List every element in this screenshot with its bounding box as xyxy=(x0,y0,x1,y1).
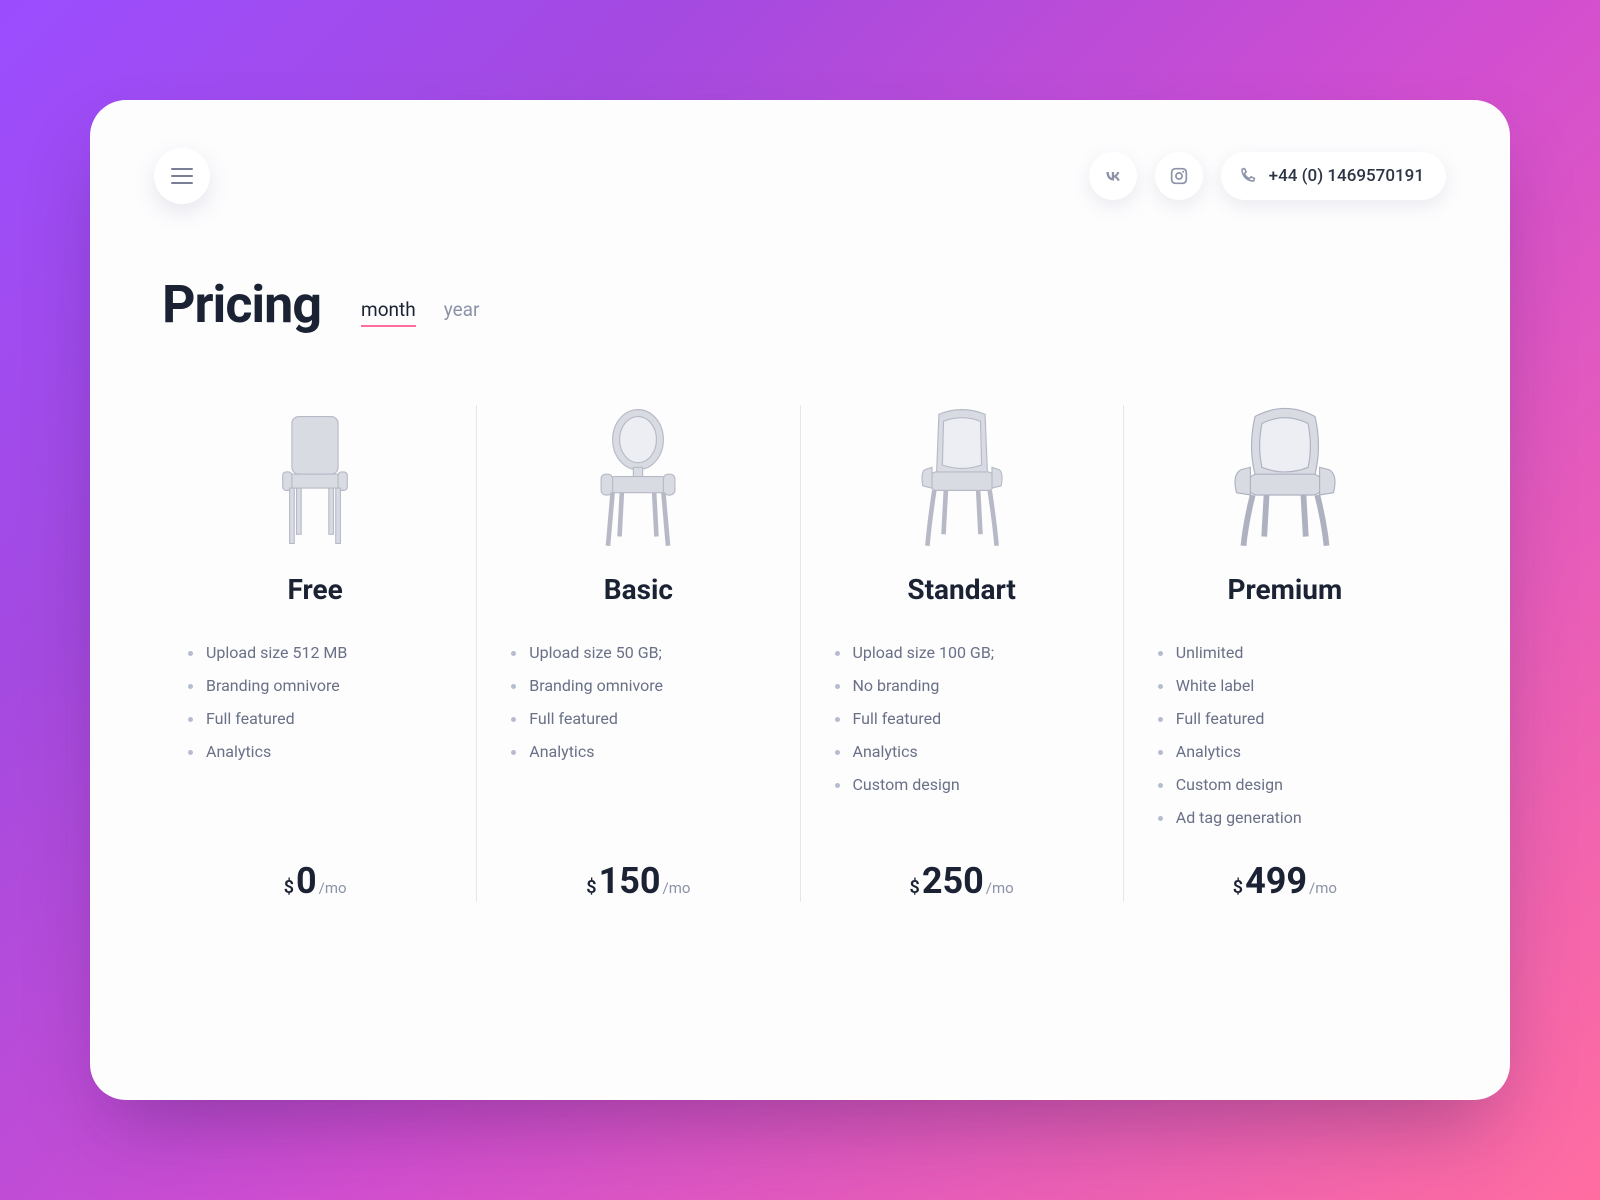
topbar: +44 (0) 1469570191 xyxy=(154,148,1446,204)
vk-icon xyxy=(1102,165,1124,187)
chair-icon xyxy=(1225,405,1345,555)
amount: 499 xyxy=(1245,860,1307,902)
billing-toggle: month year xyxy=(361,298,479,335)
price: $ 0 /mo xyxy=(284,860,347,902)
price: $ 150 /mo xyxy=(586,860,690,902)
currency: $ xyxy=(284,877,294,898)
feature-item: Custom design xyxy=(835,768,1089,801)
hamburger-icon xyxy=(171,175,193,177)
plan-name: Premium xyxy=(1227,573,1342,606)
chair-icon xyxy=(255,405,375,555)
pricing-card: +44 (0) 1469570191 Pricing month year Fr… xyxy=(90,100,1510,1100)
feature-item: Upload size 512 MB xyxy=(188,636,442,669)
feature-item: Branding omnivore xyxy=(188,669,442,702)
feature-item: Custom design xyxy=(1158,768,1412,801)
chair-icon xyxy=(902,405,1022,555)
vk-button[interactable] xyxy=(1089,152,1137,200)
plan-basic[interactable]: Basic Upload size 50 GB; Branding omnivo… xyxy=(476,405,799,902)
feature-item: Upload size 50 GB; xyxy=(511,636,765,669)
feature-item: Branding omnivore xyxy=(511,669,765,702)
plan-name: Free xyxy=(288,573,343,606)
feature-item: Full featured xyxy=(188,702,442,735)
feature-item: White label xyxy=(1158,669,1412,702)
phone-icon xyxy=(1237,166,1257,186)
plan-free[interactable]: Free Upload size 512 MB Branding omnivor… xyxy=(154,405,476,902)
amount: 0 xyxy=(296,860,317,902)
header-actions: +44 (0) 1469570191 xyxy=(1089,152,1446,200)
feature-item: Unlimited xyxy=(1158,636,1412,669)
plan-standart[interactable]: Standart Upload size 100 GB; No branding… xyxy=(800,405,1123,902)
period: /mo xyxy=(319,879,347,897)
feature-item: Upload size 100 GB; xyxy=(835,636,1089,669)
currency: $ xyxy=(586,877,596,898)
currency: $ xyxy=(1233,877,1243,898)
plan-premium[interactable]: Premium Unlimited White label Full featu… xyxy=(1123,405,1446,902)
feature-list: Unlimited White label Full featured Anal… xyxy=(1158,636,1412,836)
amount: 250 xyxy=(922,860,984,902)
toggle-month[interactable]: month xyxy=(361,298,416,327)
plans-grid: Free Upload size 512 MB Branding omnivor… xyxy=(154,405,1446,902)
plan-name: Standart xyxy=(907,573,1016,606)
toggle-year[interactable]: year xyxy=(444,298,480,327)
feature-item: Analytics xyxy=(511,735,765,768)
instagram-icon xyxy=(1168,165,1190,187)
instagram-button[interactable] xyxy=(1155,152,1203,200)
currency: $ xyxy=(910,877,920,898)
plan-name: Basic xyxy=(604,573,673,606)
feature-item: Full featured xyxy=(1158,702,1412,735)
page-title: Pricing xyxy=(162,274,321,335)
phone-number: +44 (0) 1469570191 xyxy=(1269,166,1424,186)
phone-button[interactable]: +44 (0) 1469570191 xyxy=(1221,152,1446,200)
feature-item: Analytics xyxy=(188,735,442,768)
feature-list: Upload size 50 GB; Branding omnivore Ful… xyxy=(511,636,765,836)
amount: 150 xyxy=(599,860,661,902)
feature-item: Full featured xyxy=(511,702,765,735)
feature-list: Upload size 512 MB Branding omnivore Ful… xyxy=(188,636,442,836)
feature-item: Full featured xyxy=(835,702,1089,735)
feature-item: Analytics xyxy=(835,735,1089,768)
period: /mo xyxy=(663,879,691,897)
feature-list: Upload size 100 GB; No branding Full fea… xyxy=(835,636,1089,836)
feature-item: No branding xyxy=(835,669,1089,702)
feature-item: Analytics xyxy=(1158,735,1412,768)
feature-item: Ad tag generation xyxy=(1158,801,1412,834)
price: $ 250 /mo xyxy=(910,860,1014,902)
menu-button[interactable] xyxy=(154,148,210,204)
price: $ 499 /mo xyxy=(1233,860,1337,902)
chair-icon xyxy=(578,405,698,555)
title-row: Pricing month year xyxy=(154,274,1446,335)
period: /mo xyxy=(1309,879,1337,897)
period: /mo xyxy=(986,879,1014,897)
